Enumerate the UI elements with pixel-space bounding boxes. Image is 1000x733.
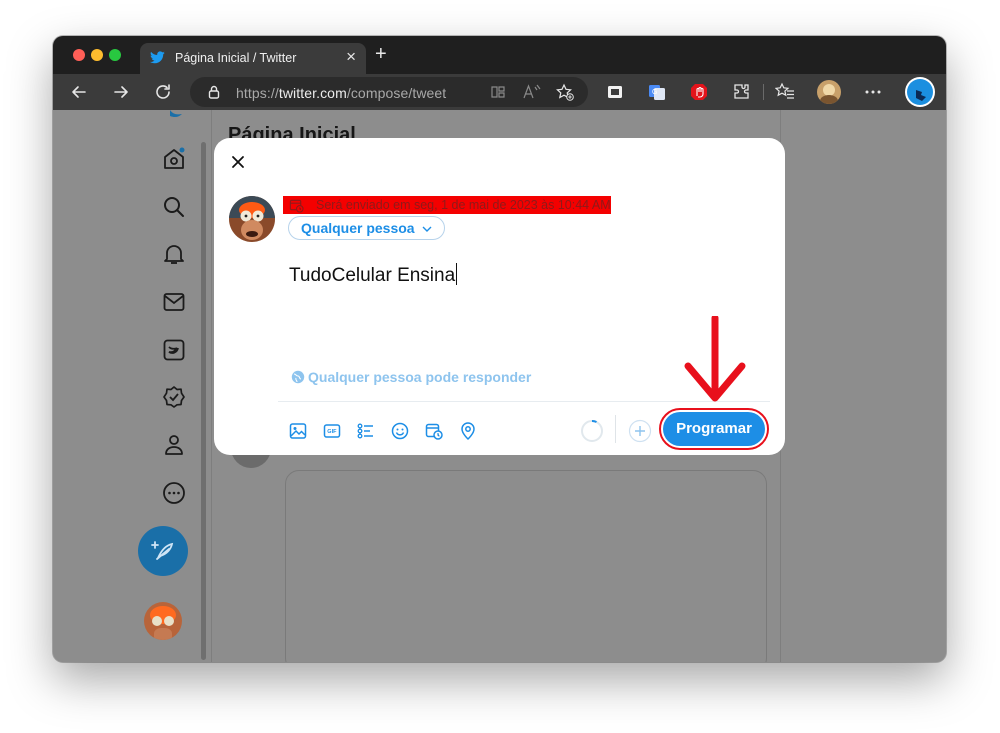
forward-icon[interactable] [111, 82, 131, 102]
close-icon[interactable] [228, 152, 248, 172]
bing-chat-icon[interactable] [905, 77, 935, 107]
search-icon[interactable] [162, 195, 186, 219]
globe-icon [291, 370, 305, 384]
toolbar-divider [763, 84, 764, 100]
chevron-down-icon [422, 226, 432, 232]
schedule-text: Será enviado em seg, 1 de mai de 2023 às… [316, 198, 611, 212]
app-available-icon[interactable] [490, 84, 506, 100]
close-window-button[interactable] [73, 49, 85, 61]
add-favorite-icon[interactable] [556, 83, 574, 101]
browser-tab[interactable]: Página Inicial / Twitter × [140, 43, 366, 74]
read-aloud-icon[interactable] [523, 84, 541, 100]
column-divider [211, 110, 212, 662]
schedule-icon [289, 199, 304, 213]
twitter-logo-icon[interactable] [162, 110, 186, 134]
emoji-icon[interactable] [390, 421, 410, 441]
new-tab-button[interactable]: + [375, 44, 387, 64]
twitter-bird-icon [150, 51, 165, 69]
twitter-blue-icon[interactable] [162, 338, 186, 362]
address-bar[interactable]: https://twitter.com/compose/tweet [190, 77, 588, 107]
refresh-icon[interactable] [153, 82, 173, 102]
tweet-input[interactable]: TudoCelular Ensina [289, 263, 458, 287]
favorites-icon[interactable] [775, 82, 795, 102]
minimize-window-button[interactable] [91, 49, 103, 61]
messages-icon[interactable] [162, 290, 186, 314]
svg-text:G: G [652, 89, 657, 96]
url-text: https://twitter.com/compose/tweet [236, 85, 447, 101]
adblock-icon[interactable] [689, 82, 709, 102]
back-icon[interactable] [69, 82, 89, 102]
compose-dialog: Será enviado em seg, 1 de mai de 2023 às… [214, 138, 785, 455]
browser-toolbar: https://twitter.com/compose/tweet G [53, 74, 946, 110]
more-options-icon[interactable] [863, 82, 883, 102]
author-avatar[interactable] [229, 196, 275, 242]
schedule-info[interactable]: Será enviado em seg, 1 de mai de 2023 às… [283, 196, 611, 214]
audience-label: Qualquer pessoa [301, 220, 415, 236]
image-icon[interactable] [288, 421, 308, 441]
tab-title: Página Inicial / Twitter [175, 51, 297, 65]
verified-icon[interactable] [162, 385, 186, 409]
extension-screen-icon[interactable] [605, 82, 625, 102]
sidebar-nav [138, 110, 198, 662]
svg-text:GIF: GIF [327, 429, 337, 435]
poll-icon[interactable] [356, 421, 376, 441]
gif-icon[interactable]: GIF [322, 421, 342, 441]
red-arrow-annotation [684, 316, 746, 402]
notifications-icon[interactable] [162, 242, 186, 266]
extensions-icon[interactable] [731, 82, 751, 102]
more-icon[interactable] [162, 481, 186, 505]
profile-avatar[interactable] [817, 80, 841, 104]
toolbar-separator [615, 415, 616, 443]
tab-bar: Página Inicial / Twitter × + [53, 36, 946, 74]
lock-icon [208, 85, 220, 99]
home-icon[interactable] [162, 147, 186, 171]
profile-icon[interactable] [162, 433, 186, 457]
schedule-submit-button[interactable]: Programar [663, 412, 765, 446]
scrollbar[interactable] [201, 142, 206, 660]
compose-tweet-button[interactable] [138, 526, 188, 576]
add-thread-icon[interactable] [628, 419, 652, 443]
reply-setting[interactable]: Qualquer pessoa pode responder [291, 369, 531, 385]
maximize-window-button[interactable] [109, 49, 121, 61]
text-cursor [456, 263, 458, 285]
close-tab-icon[interactable]: × [346, 48, 356, 66]
audience-selector[interactable]: Qualquer pessoa [288, 216, 446, 240]
google-translate-icon[interactable]: G [647, 82, 667, 102]
character-count-ring [581, 420, 603, 442]
feather-plus-icon [151, 541, 174, 560]
location-icon[interactable] [458, 421, 478, 441]
schedule-tool-icon[interactable] [424, 421, 444, 441]
user-avatar[interactable] [144, 602, 182, 640]
feed-media-card [285, 470, 767, 662]
